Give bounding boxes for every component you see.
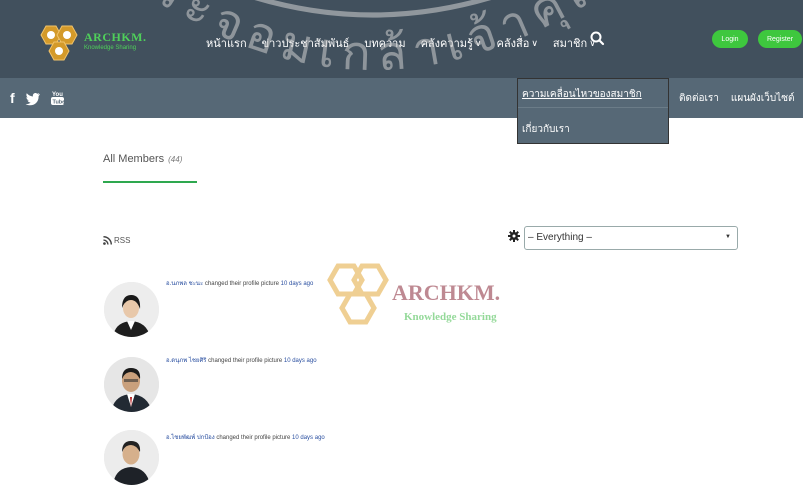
site-logo[interactable]: ARCHKM. Knowledge Sharing <box>34 24 154 64</box>
secondary-nav: ติดต่อเรา แผนผังเว็บไซต์ <box>679 91 794 106</box>
activity-entry-1: อ.นภพล ชะนะ changed their profile pictur… <box>166 278 313 288</box>
svg-text:Tube: Tube <box>52 100 64 106</box>
menu-item-member-activity[interactable]: ความเคลื่อนไหวของสมาชิก <box>522 87 642 102</box>
activity-user-link[interactable]: อ.นภพล ชะนะ <box>166 281 203 287</box>
activity-time[interactable]: 10 days ago <box>281 281 314 287</box>
logo-subtitle: Knowledge Sharing <box>84 45 137 51</box>
nav-label: สมาชิก <box>552 38 588 50</box>
avatar[interactable] <box>104 282 159 337</box>
social-links: f You Tube <box>10 90 64 106</box>
activity-filter-select[interactable]: – Everything – ▼ <box>524 226 738 250</box>
select-arrow-icon: ▼ <box>725 234 731 240</box>
activity-action: changed their profile picture <box>204 281 279 287</box>
archkm-center-logo: ARCHKM. Knowledge Sharing <box>327 263 500 325</box>
nav-item-media[interactable]: คลังสื่อ ∨ <box>497 34 538 52</box>
tab-all-members[interactable]: All Members (44) <box>103 153 182 165</box>
avatar[interactable] <box>104 357 159 412</box>
user-avatar-2 <box>104 357 159 412</box>
center-logo-subtitle: Knowledge Sharing <box>404 311 497 323</box>
nav-item-sitemap[interactable]: แผนผังเว็บไซต์ <box>731 91 795 106</box>
rss-label: RSS <box>114 236 131 245</box>
nav-item-knowledge[interactable]: คลังความรู้ ∨ <box>421 34 482 52</box>
nav-item-contact[interactable]: ติดต่อเรา <box>679 91 719 106</box>
logo-title: ARCHKM. <box>84 30 147 44</box>
tab-label: All Members <box>103 153 165 165</box>
activity-action: changed their profile picture <box>208 358 283 364</box>
main-nav: หน้าแรก ข่าวประชาสัมพันธ์ บทความ คลังควา… <box>206 34 596 52</box>
nav-label: ข่าวประชาสัมพันธ์ <box>261 38 350 50</box>
activity-user-link[interactable]: อ.ดนุภพ ไชยศิริ <box>166 358 206 364</box>
activity-user-link[interactable]: อ.ไชยพัฒพ์ ปกป้อง <box>166 435 215 441</box>
center-logo-title: ARCHKM. <box>392 280 500 305</box>
twitter-icon[interactable] <box>25 92 41 106</box>
member-count: (44) <box>168 155 183 164</box>
activity-entry-2: อ.ดนุภพ ไชยศิริ changed their profile pi… <box>166 355 317 365</box>
rss-link[interactable]: RSS <box>103 236 130 245</box>
nav-label: คลังความรู้ <box>420 38 473 50</box>
activity-time[interactable]: 10 days ago <box>292 435 325 441</box>
nav-item-articles[interactable]: บทความ <box>364 34 405 52</box>
user-avatar-3 <box>104 430 159 485</box>
facebook-icon[interactable]: f <box>10 90 15 106</box>
active-tab-indicator <box>103 181 197 183</box>
register-button[interactable]: Register <box>758 30 802 48</box>
chevron-down-icon: ∨ <box>474 37 482 48</box>
nav-label: คลังสื่อ <box>496 38 530 50</box>
nav-label: บทความ <box>364 38 406 50</box>
search-icon[interactable] <box>589 30 605 46</box>
chevron-down-icon: ∨ <box>531 37 538 48</box>
user-avatar-1 <box>104 282 159 337</box>
activity-time[interactable]: 10 days ago <box>284 358 317 364</box>
rss-icon <box>103 236 112 245</box>
nav-item-news[interactable]: ข่าวประชาสัมพันธ์ <box>262 34 350 52</box>
filter-selected-value: – Everything – <box>528 232 592 243</box>
login-button[interactable]: Login <box>712 30 748 48</box>
members-dropdown-menu: ความเคลื่อนไหวของสมาชิก เกี่ยวกับเรา <box>517 78 669 144</box>
youtube-icon[interactable]: You Tube <box>50 90 64 106</box>
menu-divider <box>518 107 668 108</box>
activity-action: changed their profile picture <box>216 435 291 441</box>
nav-label: หน้าแรก <box>206 38 247 50</box>
gear-icon[interactable] <box>508 230 520 242</box>
activity-entry-3: อ.ไชยพัฒพ์ ปกป้อง changed their profile … <box>166 432 325 442</box>
menu-item-about[interactable]: เกี่ยวกับเรา <box>522 122 570 137</box>
nav-item-home[interactable]: หน้าแรก <box>206 34 247 52</box>
logo-hexagons <box>40 25 78 61</box>
avatar[interactable] <box>104 430 159 485</box>
